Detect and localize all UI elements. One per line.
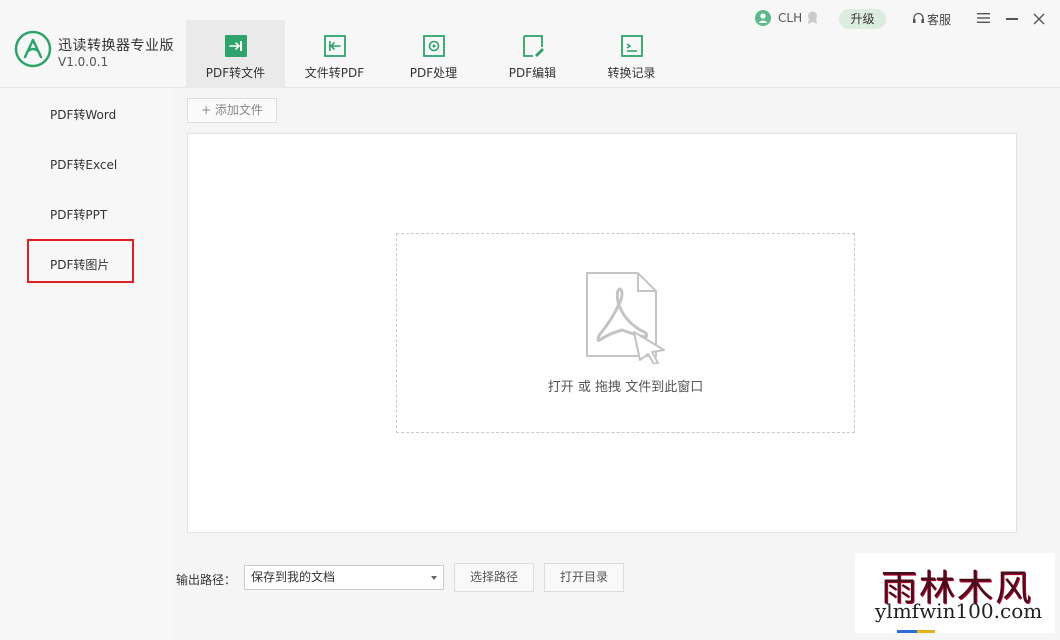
tab-history[interactable]: 转换记录 [582,20,681,88]
pdf-edit-icon [522,35,544,57]
drop-hint-text: 打开 或 拖拽 文件到此窗口 [547,380,704,395]
pdf-to-file-icon [224,35,247,57]
tab-label: PDF编辑 [508,66,557,80]
close-icon[interactable] [1032,12,1046,26]
choose-path-button[interactable]: 选择路径 [454,563,534,592]
tab-pdf-to-file[interactable]: PDF转文件 [186,20,285,88]
app-logo-icon [14,30,52,68]
pdf-process-icon [422,35,445,57]
tab-label: 文件转PDF [304,66,365,80]
upgrade-button[interactable]: 升级 [839,9,886,29]
main-tabs: PDF转文件 文件转PDF PDF处理 PDF编辑 转换记录 [186,20,681,88]
tab-pdf-edit[interactable]: PDF编辑 [483,20,582,88]
tab-label: PDF处理 [409,66,458,80]
user-name[interactable]: CLH [778,11,802,25]
sidebar-item-pdf-to-word[interactable]: PDF转Word [0,91,173,139]
customer-service-link[interactable]: 客服 [927,11,951,28]
user-avatar-icon[interactable] [755,10,771,26]
sidebar-item-pdf-to-image[interactable]: PDF转图片 [0,241,173,289]
watermark: 雨林木风 ylmfwin100.com [855,553,1055,633]
app-name: 迅读转换器专业版 [58,38,174,54]
chevron-down-icon [431,576,437,580]
tab-pdf-process[interactable]: PDF处理 [384,20,483,88]
title-bar: 迅读转换器专业版 V1.0.0.1 PDF转文件 文件转PDF PDF处理 PD… [0,0,1060,88]
watermark-bar [897,630,917,633]
file-to-pdf-icon [323,35,346,57]
tab-file-to-pdf[interactable]: 文件转PDF [285,20,384,88]
open-directory-button[interactable]: 打开目录 [544,563,624,592]
sidebar: PDF转Word PDF转Excel PDF转PPT PDF转图片 [0,89,173,640]
vip-badge-icon [808,11,817,24]
output-path-value: 保存到我的文档 [251,570,336,584]
output-path-select[interactable]: 保存到我的文档 [244,565,444,590]
tab-label: 转换记录 [607,66,656,80]
watermark-bar [917,630,935,633]
add-file-button[interactable]: + 添加文件 [187,98,277,123]
pdf-file-drop-icon [586,272,665,364]
watermark-url: ylmfwin100.com [875,599,1043,623]
app-version: V1.0.0.1 [58,55,109,69]
headset-icon[interactable] [912,12,925,25]
history-icon [620,35,643,57]
minimize-icon[interactable] [1006,18,1018,20]
sidebar-item-pdf-to-ppt[interactable]: PDF转PPT [0,191,173,239]
menu-icon[interactable] [977,12,990,24]
output-path-label: 输出路径： [176,573,237,587]
tab-label: PDF转文件 [205,66,266,80]
sidebar-item-pdf-to-excel[interactable]: PDF转Excel [0,141,173,189]
